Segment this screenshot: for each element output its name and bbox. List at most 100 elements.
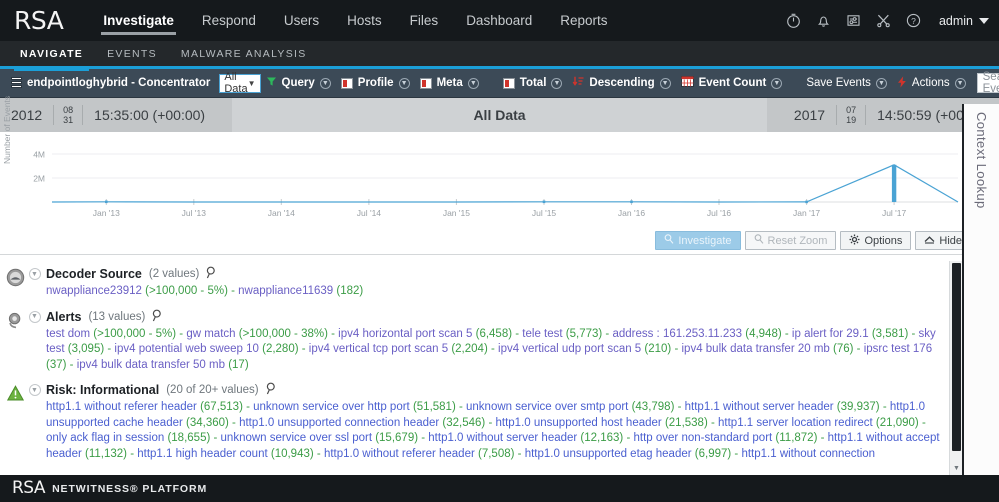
chevron-down-icon[interactable]: ▼: [398, 77, 410, 89]
meta-value-link[interactable]: nwappliance23912: [46, 285, 142, 297]
query-button[interactable]: Query ▼: [261, 76, 336, 90]
svg-text:2M: 2M: [33, 174, 45, 184]
investigate-button[interactable]: Investigate: [655, 231, 741, 250]
meta-value-link[interactable]: unknown service over http port: [253, 401, 410, 413]
meta-value-link[interactable]: only ack flag in session: [46, 432, 164, 444]
end-year[interactable]: 2017: [783, 107, 836, 123]
start-day: 31: [63, 115, 74, 125]
profile-button[interactable]: Profile ▼: [336, 77, 415, 89]
value-separator: -: [602, 327, 613, 340]
scrollbar-thumb[interactable]: [952, 263, 961, 451]
chevron-down-icon[interactable]: ▼: [319, 77, 331, 89]
events-timeline-chart[interactable]: Number of Events 2M 4M Jan '13 Jul '13 Jan '…: [0, 96, 999, 255]
context-lookup-panel[interactable]: Context Lookup: [962, 104, 999, 475]
tab-events[interactable]: EVENTS: [95, 40, 169, 68]
meta-value-link[interactable]: ip alert for 29.1: [792, 328, 869, 340]
chevron-down-icon[interactable]: ▼: [954, 77, 966, 89]
event-count-button[interactable]: Event Count ▼: [676, 76, 788, 90]
hide-button-label: Hide: [939, 234, 962, 247]
meta-value-link[interactable]: http1.0 unsupported host header: [496, 417, 662, 429]
meta-value-link[interactable]: ipv4 potential web sweep 10: [114, 343, 259, 355]
chevron-down-icon[interactable]: ▼: [659, 77, 671, 89]
total-label: Total: [519, 77, 547, 89]
search-icon[interactable]: [266, 382, 278, 398]
top-right-actions: ? admin: [785, 0, 989, 41]
meta-value-link[interactable]: address : 161.253.11.233: [612, 328, 742, 340]
options-button[interactable]: Options: [840, 231, 912, 250]
meta-value-link[interactable]: http1.0 without referer header: [324, 448, 475, 460]
value-separator: -: [707, 416, 719, 429]
svg-text:Jan '17: Jan '17: [793, 208, 820, 218]
nav-item-dashboard[interactable]: Dashboard: [452, 0, 546, 41]
chevron-down-icon[interactable]: ▼: [771, 77, 783, 89]
meta-value-link[interactable]: http1.0 unsupported connection header: [239, 417, 439, 429]
search-events-input[interactable]: Search Events: [976, 71, 999, 95]
meta-value-link[interactable]: http1.1 high header count: [137, 448, 267, 460]
time-range-start[interactable]: 2012 08 31 15:35:00 (+00:00): [0, 98, 217, 132]
total-button[interactable]: Total ▼: [498, 77, 568, 89]
chart-action-buttons: Investigate Reset Zoom Options Hide: [655, 231, 971, 250]
meta-value-link[interactable]: ipsrc test 176: [864, 343, 932, 355]
meta-group-row: ▼ Alerts (13 values) test dom (>100,000 - 5…: [0, 304, 961, 378]
meta-value-link[interactable]: nwappliance11639: [238, 285, 333, 297]
nav-item-hosts[interactable]: Hosts: [333, 0, 396, 41]
chevron-down-icon[interactable]: ▼: [28, 384, 41, 396]
meta-values-panel[interactable]: ▼ Decoder Source (2 values) nwappliance2391…: [0, 261, 962, 475]
data-range-select[interactable]: All Data ▼: [219, 71, 261, 95]
meta-value-link[interactable]: tele test: [522, 328, 562, 340]
save-events-button[interactable]: Save Events ▼: [801, 77, 892, 89]
meta-value-link[interactable]: ipv4 vertical tcp port scan 5: [309, 343, 448, 355]
value-separator: -: [228, 416, 240, 429]
meta-value-link[interactable]: gw match: [186, 328, 235, 340]
meta-value-link[interactable]: http1.1 without referer header: [46, 401, 197, 413]
meta-value-link[interactable]: http1.1 without server header: [685, 401, 834, 413]
meta-value-link[interactable]: ipv4 vertical udp port scan 5: [498, 343, 641, 355]
service-selector[interactable]: endpointloghybrid - Concentrator: [6, 77, 215, 89]
service-name: endpointloghybrid - Concentrator: [27, 77, 211, 89]
tab-malware-analysis[interactable]: MALWARE ANALYSIS: [169, 40, 319, 68]
meta-value-link[interactable]: unknown service over smtp port: [466, 401, 628, 413]
start-date[interactable]: 08 31: [53, 105, 84, 125]
chevron-down-icon[interactable]: ▼: [551, 77, 563, 89]
meta-icon: [419, 77, 432, 89]
meta-value-link[interactable]: ipv4 bulk data transfer 50 mb: [77, 359, 225, 371]
actions-button[interactable]: Actions ▼: [892, 75, 971, 91]
meta-value-link[interactable]: http1.0 without server header: [428, 432, 577, 444]
meta-button[interactable]: Meta ▼: [415, 77, 484, 89]
end-date[interactable]: 07 19: [836, 105, 867, 125]
nav-item-users[interactable]: Users: [270, 0, 333, 41]
meta-value-link[interactable]: test dom: [46, 328, 90, 340]
tools-icon[interactable]: [875, 12, 892, 29]
meta-value-link[interactable]: http1.1 server location redirect: [718, 417, 873, 429]
user-menu[interactable]: admin: [939, 14, 989, 28]
meta-value-link[interactable]: http over non-standard port: [634, 432, 773, 444]
meta-value-link[interactable]: ipv4 bulk data transfer 20 mb: [682, 343, 830, 355]
meta-value-link[interactable]: ipv4 horizontal port scan 5: [338, 328, 472, 340]
chevron-down-icon[interactable]: ▼: [28, 268, 41, 280]
tab-navigate[interactable]: NAVIGATE: [8, 40, 95, 71]
chevron-down-icon[interactable]: ▼: [875, 77, 887, 89]
chevron-down-icon[interactable]: ▼: [28, 310, 41, 323]
start-time[interactable]: 15:35:00 (+00:00): [83, 107, 216, 123]
jobs-icon[interactable]: [845, 12, 862, 29]
investigate-toolbar: endpointloghybrid - Concentrator All Dat…: [0, 69, 999, 98]
meta-value-link[interactable]: http1.0 unsupported etag header: [525, 448, 692, 460]
reset-zoom-button[interactable]: Reset Zoom: [744, 231, 837, 250]
search-icon[interactable]: [206, 266, 218, 282]
meta-value-link[interactable]: http1.1 without connection: [741, 448, 875, 460]
help-icon[interactable]: ?: [905, 12, 922, 29]
timer-icon[interactable]: [785, 12, 802, 29]
nav-item-investigate[interactable]: Investigate: [89, 0, 188, 41]
bell-icon[interactable]: [815, 12, 832, 29]
time-range-start-arrow: [216, 98, 233, 132]
meta-value-count: (6,458): [472, 327, 513, 340]
sort-order-button[interactable]: Descending ▼: [567, 76, 675, 90]
nav-item-files[interactable]: Files: [396, 0, 453, 41]
meta-value-count: (43,798): [628, 401, 675, 413]
nav-item-respond[interactable]: Respond: [188, 0, 270, 41]
nav-item-reports[interactable]: Reports: [546, 0, 621, 41]
results-scrollbar[interactable]: ▼: [949, 261, 962, 475]
search-icon[interactable]: [152, 309, 164, 325]
meta-value-link[interactable]: unknown service over ssl port: [221, 432, 372, 444]
chevron-down-icon[interactable]: ▼: [467, 77, 479, 89]
